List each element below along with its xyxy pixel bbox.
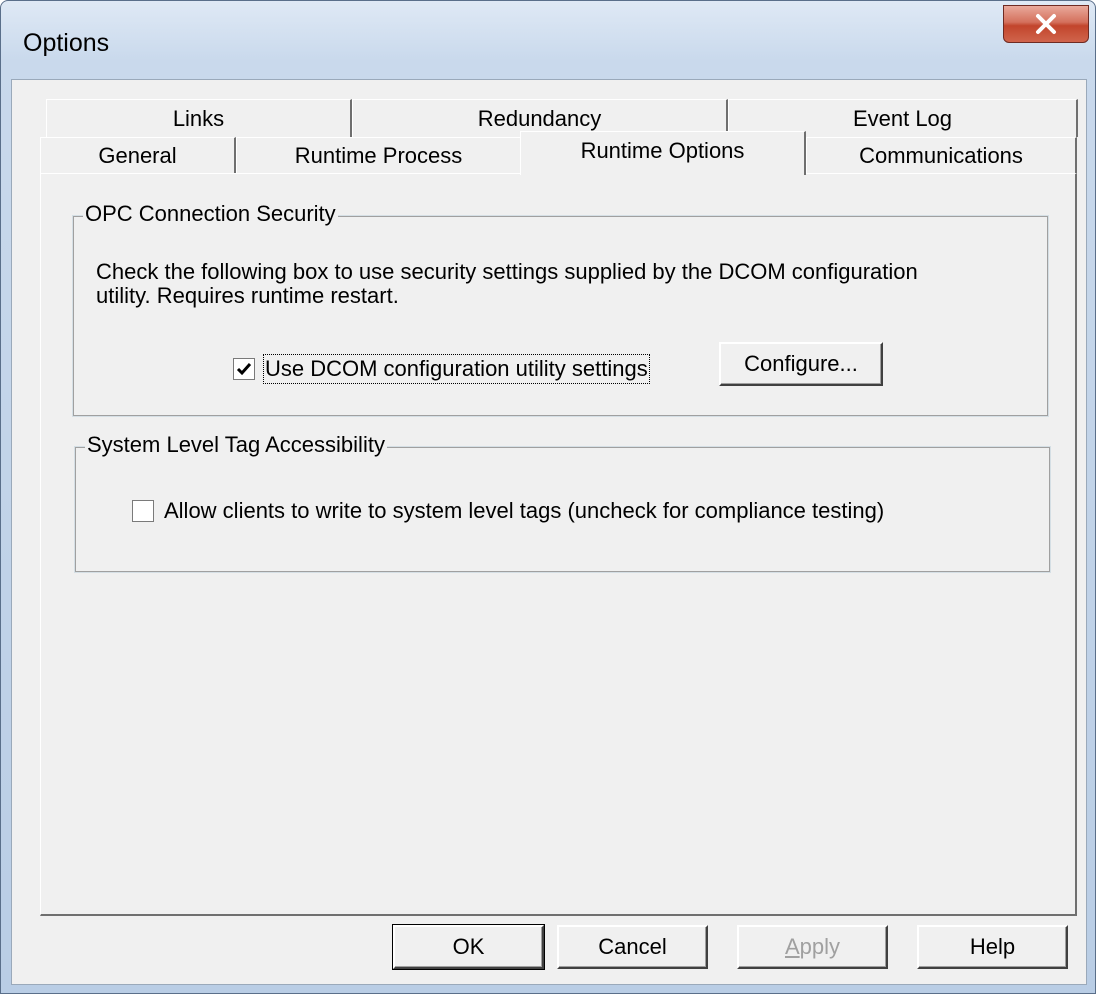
description-line: utility. Requires runtime restart. xyxy=(96,283,399,308)
tab-label: Redundancy xyxy=(477,105,602,131)
title-bar[interactable]: Options xyxy=(1,1,1095,79)
close-button[interactable] xyxy=(1003,5,1089,43)
dcom-settings-checkbox[interactable] xyxy=(233,358,255,380)
system-tags-checkbox-row[interactable]: Allow clients to write to system level t… xyxy=(132,498,884,524)
ok-button[interactable]: OK xyxy=(392,924,545,970)
tab-runtime-process[interactable]: Runtime Process xyxy=(236,137,522,174)
opc-security-description: Check the following box to use security … xyxy=(96,260,918,308)
tab-label: Runtime Process xyxy=(294,143,463,168)
tab-panel-runtime-options: OPC Connection Security Check the follow… xyxy=(40,173,1077,916)
system-level-tag-accessibility-group: System Level Tag Accessibility Allow cli… xyxy=(74,432,1051,573)
system-tags-label[interactable]: Allow clients to write to system level t… xyxy=(164,498,884,524)
apply-button[interactable]: Apply xyxy=(737,925,888,969)
description-line: Check the following box to use security … xyxy=(96,259,918,284)
tab-label: Event Log xyxy=(852,105,953,131)
opc-connection-security-group: OPC Connection Security Check the follow… xyxy=(72,201,1049,417)
window-title: Options xyxy=(23,29,110,57)
system-tags-checkbox[interactable] xyxy=(132,500,154,522)
tab-communications[interactable]: Communications xyxy=(806,137,1077,174)
tab-label: Links xyxy=(172,105,225,131)
configure-button[interactable]: Configure... xyxy=(719,342,883,386)
checkmark-icon xyxy=(236,363,252,376)
button-label: OK xyxy=(452,934,485,959)
dcom-settings-checkbox-row[interactable]: Use DCOM configuration utility settings xyxy=(233,354,650,384)
button-label: Apply xyxy=(785,934,840,960)
group-title: System Level Tag Accessibility xyxy=(85,432,387,458)
help-button[interactable]: Help xyxy=(917,925,1068,969)
button-label-rest: pply xyxy=(799,934,841,959)
tab-links[interactable]: Links xyxy=(46,99,352,137)
button-label: Cancel xyxy=(598,934,667,959)
tab-label: Communications xyxy=(859,143,1023,168)
dialog-client-area: Links Redundancy Event Log General Runti… xyxy=(11,79,1087,985)
tab-runtime-options[interactable]: Runtime Options xyxy=(520,131,806,175)
accelerator-key: A xyxy=(784,934,800,959)
dcom-settings-label[interactable]: Use DCOM configuration utility settings xyxy=(263,354,650,384)
button-label: Help xyxy=(969,934,1016,959)
group-title: OPC Connection Security xyxy=(83,201,338,227)
tab-general[interactable]: General xyxy=(40,137,236,174)
tab-label: Runtime Options xyxy=(580,138,745,163)
tab-label: General xyxy=(98,143,177,168)
close-icon xyxy=(1036,14,1056,34)
cancel-button[interactable]: Cancel xyxy=(557,925,708,969)
options-dialog: Options Links Redundancy Event Log Gener… xyxy=(0,0,1096,994)
button-label: Configure... xyxy=(744,351,858,376)
